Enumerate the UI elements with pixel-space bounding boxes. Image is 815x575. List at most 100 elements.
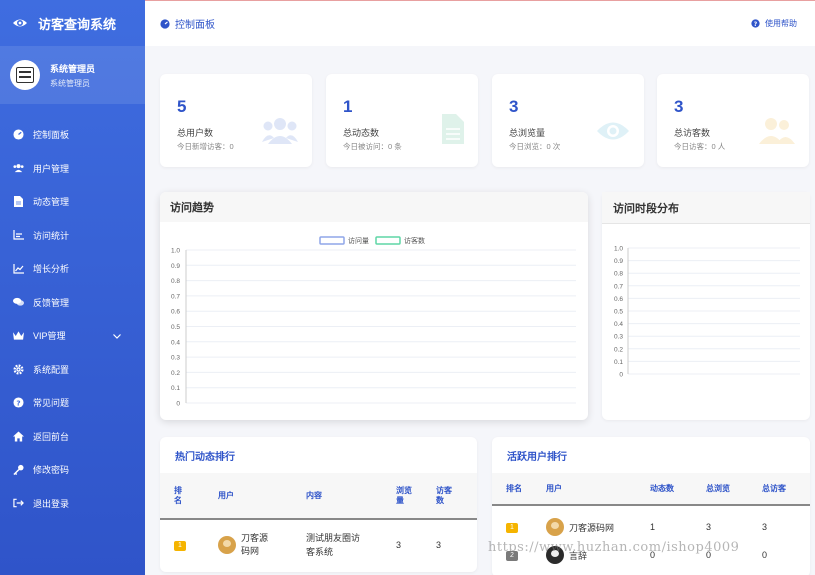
views-value: 3 — [706, 522, 712, 532]
stat-card-views: 3 总浏览量 今日浏览：0 次 — [492, 74, 644, 167]
stat-sub: 今日新增访客：0 — [177, 142, 234, 151]
brand-title: 访客查询系统 — [38, 16, 117, 32]
stat-label: 总用户数 — [177, 128, 214, 138]
sidebar-item-label: 访问统计 — [33, 230, 70, 241]
sidebar-item-label: 反馈管理 — [33, 297, 70, 308]
users-icon — [13, 163, 24, 174]
trend-y-tick-label: 0.6 — [171, 309, 180, 316]
stat-label: 总动态数 — [343, 128, 380, 138]
stat-value: 1 — [343, 97, 353, 116]
posts-value: 1 — [650, 522, 656, 532]
dist-y-tick-label: 0.3 — [614, 334, 623, 341]
sidebar-item-label: 控制面板 — [33, 130, 70, 141]
column-header[interactable]: 用户 — [204, 473, 292, 520]
rank-badge: 1 — [506, 523, 518, 533]
legend-swatch[interactable] — [375, 236, 401, 245]
dist-y-tick-label: 0.5 — [614, 309, 623, 316]
sidebar-item-label: 退出登录 — [33, 498, 70, 509]
legend-label[interactable]: 访问量 — [348, 236, 369, 245]
sidebar-item-vip[interactable]: VIP管理 — [0, 319, 145, 353]
time-distribution-panel: 访问时段分布 0 0.1 0.2 0.3 0.4 0.5 0.6 0.7 0.8 0.9 1.0 — [602, 192, 810, 420]
watermark: https://www.huzhan.com/ishop4009 — [488, 540, 740, 555]
avatar — [218, 535, 236, 554]
sidebar-item-users[interactable]: 用户管理 — [0, 152, 145, 186]
sidebar: 访客查询系统 系统管理员 系统管理员 控制面板 用户管理 动态管理 访问统计 增… — [0, 0, 145, 575]
panel-title: 热门动态排行 — [175, 451, 235, 463]
sidebar-nav: 控制面板 用户管理 动态管理 访问统计 增长分析 反馈管理 VIP管理 系统配置… — [0, 118, 145, 520]
rank-badge: 1 — [174, 540, 186, 551]
sidebar-item-faq[interactable]: ? 常见问题 — [0, 386, 145, 420]
stat-card-posts: 1 总动态数 今日被访问：0 条 — [326, 74, 478, 167]
dist-y-tick-label: 0.2 — [614, 346, 623, 353]
visitors-value: 0 — [762, 550, 768, 560]
table-row[interactable]: 1 刀客源码网 测试朋友圈访客系统 3 3 — [160, 519, 477, 569]
home-icon — [13, 431, 24, 442]
users-icon — [759, 118, 795, 144]
legend-swatch[interactable] — [319, 236, 345, 245]
comments-icon — [13, 297, 24, 308]
gear-icon — [13, 364, 24, 375]
dist-y-tick-label: 1.0 — [614, 246, 623, 253]
help-link[interactable]: ? 使用帮助 — [751, 18, 797, 29]
file-icon — [13, 196, 24, 208]
stat-card-visitors: 3 总访客数 今日访客：0 人 — [657, 74, 809, 167]
trend-y-tick-label: 0.9 — [171, 263, 180, 270]
sidebar-item-home[interactable]: 返回前台 — [0, 420, 145, 454]
avatar — [10, 60, 40, 90]
stat-label: 总访客数 — [674, 128, 711, 138]
trend-y-tick-label: 0.7 — [171, 293, 180, 300]
column-header[interactable]: 用户 — [538, 473, 642, 506]
key-icon — [13, 464, 24, 476]
stat-value: 3 — [674, 97, 684, 116]
trend-y-tick-label: 1.0 — [171, 248, 180, 255]
views-value: 3 — [396, 539, 402, 550]
sidebar-item-posts[interactable]: 动态管理 — [0, 185, 145, 219]
brand[interactable]: 访客查询系统 — [0, 0, 145, 46]
column-header[interactable]: 排名 — [160, 473, 204, 520]
column-header[interactable]: 排名 — [492, 473, 538, 506]
time-distribution-chart: 0 0.1 0.2 0.3 0.4 0.5 0.6 0.7 0.8 0.9 1.0 — [614, 246, 800, 379]
column-header[interactable]: 内容 — [292, 473, 382, 520]
column-header[interactable]: 动态数 — [642, 473, 698, 506]
sidebar-item-growth[interactable]: 增长分析 — [0, 252, 145, 286]
sidebar-item-label: 增长分析 — [33, 264, 70, 275]
dist-y-tick-label: 0.9 — [614, 258, 623, 265]
topbar: 控制面板 ? 使用帮助 — [145, 0, 815, 46]
sidebar-item-dashboard[interactable]: 控制面板 — [0, 118, 145, 152]
user-role: 系统管理员 — [50, 78, 90, 88]
dist-y-tick-label: 0.6 — [614, 296, 623, 303]
stat-card-users: 5 总用户数 今日新增访客：0 — [160, 74, 312, 167]
sidebar-item-settings[interactable]: 系统配置 — [0, 353, 145, 387]
panel-title: 活跃用户排行 — [507, 451, 567, 463]
trend-y-tick-label: 0.8 — [171, 278, 180, 285]
trend-y-tick-label: 0.1 — [171, 385, 180, 392]
page-title: 控制面板 — [175, 20, 215, 31]
dist-y-tick-label: 0.1 — [614, 359, 623, 366]
stat-value: 3 — [509, 97, 519, 116]
sidebar-item-stats[interactable]: 访问统计 — [0, 219, 145, 253]
sidebar-item-feedback[interactable]: 反馈管理 — [0, 286, 145, 320]
users-icon — [262, 118, 298, 144]
column-header[interactable]: 总访客 — [754, 473, 810, 506]
user-name: 系统管理员 — [50, 63, 96, 74]
user-profile[interactable]: 系统管理员 系统管理员 — [0, 46, 145, 104]
panel-title: 访问时段分布 — [613, 202, 679, 215]
column-header[interactable]: 访客数 — [430, 473, 477, 520]
sidebar-item-password[interactable]: 修改密码 — [0, 453, 145, 487]
legend-label[interactable]: 访客数 — [404, 236, 425, 245]
svg-text:?: ? — [754, 21, 758, 28]
breadcrumb[interactable]: 控制面板 — [160, 16, 215, 31]
file-icon — [442, 114, 464, 144]
column-header[interactable]: 浏览量 — [382, 473, 430, 520]
column-header[interactable]: 总浏览 — [698, 473, 754, 506]
stat-label: 总浏览量 — [509, 128, 546, 138]
crown-icon — [13, 330, 24, 341]
trend-y-tick-label: 0.4 — [171, 339, 180, 346]
post-content: 测试朋友圈访客系统 — [306, 532, 361, 557]
hot-posts-panel: 热门动态排行 排名 用户 内容 浏览量 访客数 1 刀客源码网 测试朋友圈访客系 — [160, 437, 477, 572]
table-row[interactable]: 1 刀客源码网 1 3 3 — [492, 505, 810, 536]
visit-trend-chart: 0 0.1 0.2 0.3 0.4 0.5 0.6 0.7 0.8 0.9 1.0 访问量 访客数 — [171, 236, 576, 408]
dashboard-icon — [13, 129, 24, 140]
sidebar-item-label: 动态管理 — [33, 197, 70, 208]
sidebar-item-logout[interactable]: 退出登录 — [0, 487, 145, 521]
